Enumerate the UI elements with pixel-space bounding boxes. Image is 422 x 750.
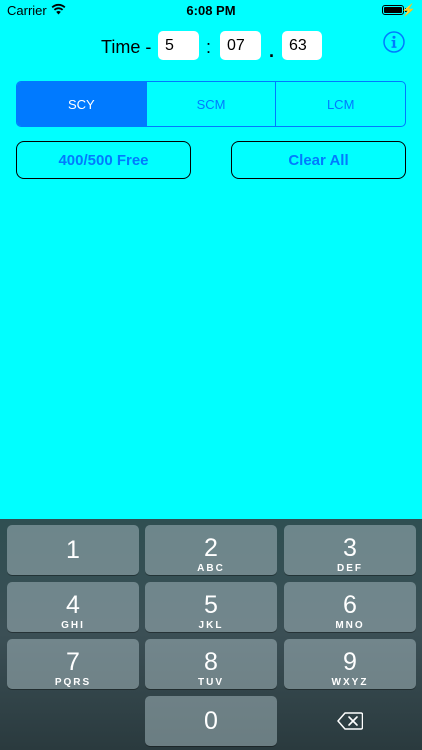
free-count-button[interactable]: 400/500 Free (16, 141, 191, 179)
key-number: 5 (204, 591, 218, 619)
key-5[interactable]: 5 JKL (145, 582, 277, 632)
status-bar: Carrier 6:08 PM ⚡ (0, 0, 422, 22)
key-number: 2 (204, 534, 218, 562)
key-8[interactable]: 8 TUV (145, 639, 277, 689)
key-3[interactable]: 3 DEF (284, 525, 416, 575)
colon-separator: : (206, 37, 212, 57)
key-number: 1 (66, 536, 80, 564)
segment-scy[interactable]: SCY (17, 82, 147, 126)
info-icon[interactable] (383, 31, 405, 53)
key-7[interactable]: 7 PQRS (7, 639, 139, 689)
key-letters: DEF (337, 563, 363, 574)
key-2[interactable]: 2 ABC (145, 525, 277, 575)
key-number: 3 (343, 534, 357, 562)
segment-scm[interactable]: SCM (147, 82, 277, 126)
key-letters: TUV (198, 677, 224, 688)
number-keypad: 1 2 ABC 3 DEF 4 GHI 5 JKL 6 MNO 7 PQRS 8… (0, 519, 422, 750)
key-6[interactable]: 6 MNO (284, 582, 416, 632)
charging-icon: ⚡ (401, 3, 416, 17)
time-label: Time - (101, 37, 152, 57)
key-letters: JKL (198, 620, 224, 631)
key-9[interactable]: 9 WXYZ (284, 639, 416, 689)
key-number: 8 (204, 648, 218, 676)
key-4[interactable]: 4 GHI (7, 582, 139, 632)
delete-key[interactable] (284, 696, 416, 746)
key-number: 9 (343, 648, 357, 676)
seconds-field[interactable]: 07 (220, 31, 261, 60)
key-number: 6 (343, 591, 357, 619)
key-letters: MNO (335, 620, 365, 631)
key-letters: PQRS (54, 677, 92, 688)
segment-lcm[interactable]: LCM (276, 82, 405, 126)
hundredths-field[interactable]: 63 (282, 31, 322, 60)
key-letters: GHI (61, 620, 85, 631)
key-letters: WXYZ (331, 677, 369, 688)
key-number: 0 (204, 707, 218, 735)
backspace-icon (337, 712, 363, 730)
status-time: 6:08 PM (186, 3, 236, 18)
minutes-field[interactable]: 5 (158, 31, 199, 60)
key-0[interactable]: 0 (145, 696, 277, 746)
clear-all-button[interactable]: Clear All (231, 141, 406, 179)
key-letters: ABC (197, 563, 225, 574)
key-number: 7 (66, 648, 80, 676)
course-segmented-control: SCY SCM LCM (16, 81, 406, 127)
key-number: 4 (66, 591, 80, 619)
dot-separator: . (269, 41, 275, 61)
key-1[interactable]: 1 (7, 525, 139, 575)
